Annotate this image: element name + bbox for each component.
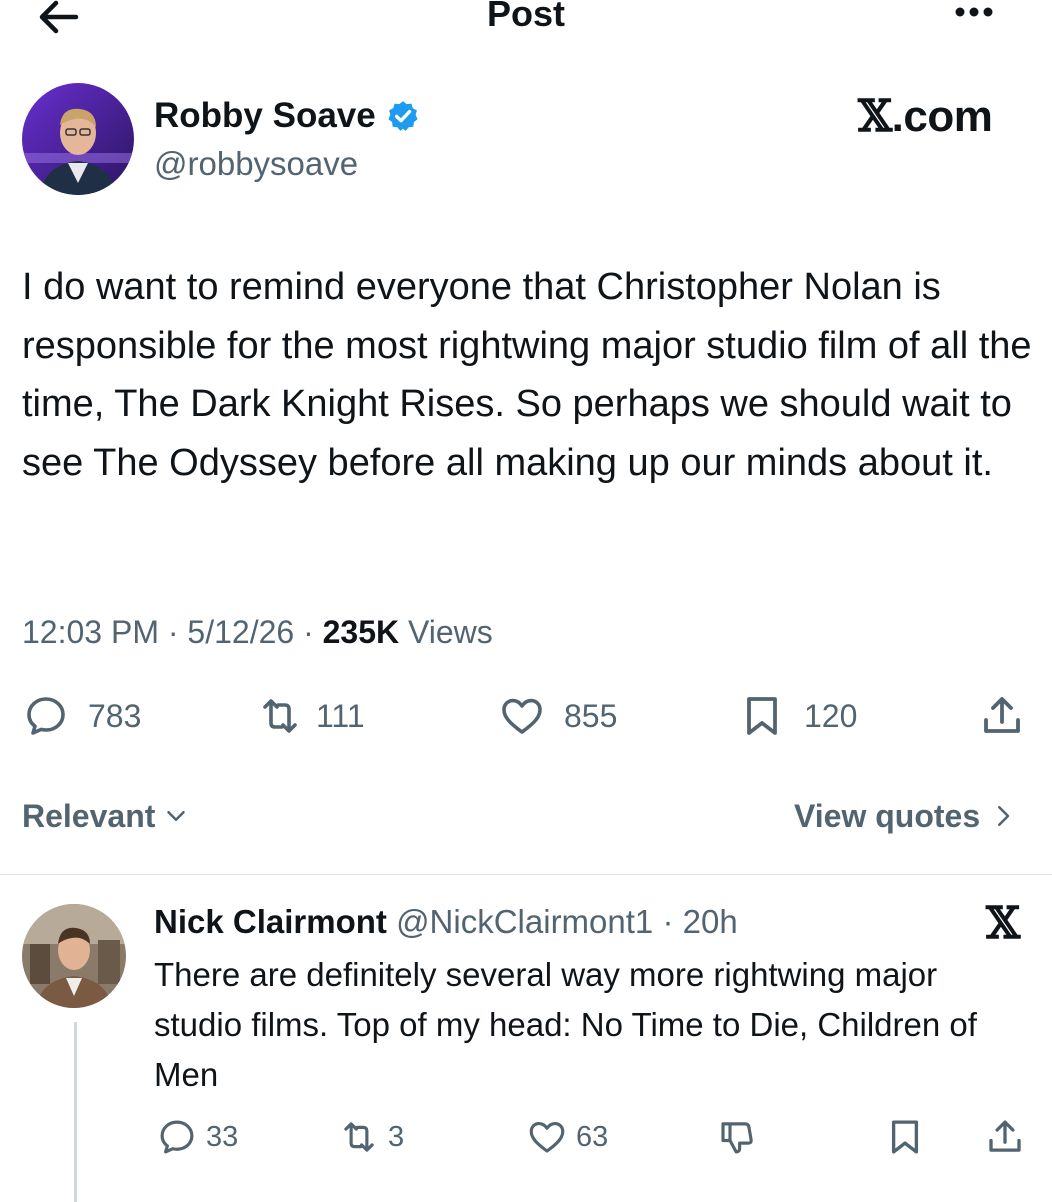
reply-like-count: 63: [576, 1120, 609, 1153]
chevron-right-icon: [998, 806, 1010, 826]
meta-separator: ·: [303, 614, 323, 650]
reply-downvote-button[interactable]: [716, 1116, 758, 1158]
post-text: I do want to remind everyone that Christ…: [22, 266, 1032, 484]
avatar-image: [22, 904, 126, 1008]
reply-avatar[interactable]: [22, 904, 126, 1008]
reply-like-button[interactable]: 63: [526, 1116, 608, 1158]
share-icon: [989, 1120, 1021, 1152]
verified-badge-icon: [388, 101, 418, 131]
author-name[interactable]: Robby Soave: [154, 94, 376, 138]
reply-icon: [27, 697, 65, 735]
reply-repost-button[interactable]: 3: [338, 1116, 404, 1158]
share-button[interactable]: [978, 692, 1026, 740]
page-title: Post: [486, 0, 565, 34]
view-quotes-link[interactable]: View quotes: [794, 796, 1018, 836]
like-count: 855: [564, 697, 618, 734]
repost-icon: [263, 699, 297, 733]
meta-separator: ·: [167, 614, 188, 650]
views-label: Views: [408, 614, 493, 650]
heart-icon: [502, 698, 542, 734]
more-horizontal-icon: [955, 7, 993, 17]
downvote-icon: [721, 1122, 753, 1154]
repost-icon: [344, 1122, 374, 1152]
reply-text: There are definitely several way more ri…: [154, 956, 977, 1093]
divider: [0, 874, 1052, 875]
thread-line: [74, 1022, 77, 1202]
reply-bookmark-button[interactable]: [884, 1116, 926, 1158]
post-time[interactable]: 12:03 PM: [22, 614, 159, 650]
sort-label: Relevant: [22, 798, 156, 834]
chevron-down-icon: [167, 811, 186, 821]
meta-separator: ·: [653, 903, 683, 940]
bookmark-icon: [891, 1120, 919, 1154]
bookmark-button[interactable]: 120: [738, 692, 857, 740]
reply-reply-count: 33: [206, 1120, 239, 1153]
author-name-row[interactable]: Robby Soave: [154, 94, 420, 138]
reply-share-button[interactable]: [984, 1116, 1026, 1158]
post-meta: 12:03 PM · 5/12/26 · 235K Views: [22, 610, 493, 654]
author-avatar[interactable]: [22, 83, 134, 195]
reply-age[interactable]: 20h: [683, 903, 738, 940]
watermark-text: .com: [891, 92, 993, 141]
repost-count: 111: [316, 697, 365, 734]
reply-repost-count: 3: [388, 1120, 405, 1153]
views-count: 235K: [322, 614, 400, 650]
bookmark-count: 120: [804, 697, 858, 734]
reply-button[interactable]: 783: [22, 692, 141, 740]
bookmark-icon: [747, 697, 777, 735]
reply-count: 783: [88, 697, 142, 734]
view-quotes-label: View quotes: [794, 798, 981, 834]
site-watermark: 𝕏.com: [858, 91, 993, 142]
sort-dropdown[interactable]: Relevant: [22, 796, 191, 836]
reply-icon: [160, 1120, 194, 1154]
reply-author-handle[interactable]: @NickClairmont1: [396, 903, 653, 940]
more-button[interactable]: [944, 0, 1004, 36]
author-handle[interactable]: @robbysoave: [154, 142, 358, 186]
post-date[interactable]: 5/12/26: [187, 614, 294, 650]
x-logo-icon: 𝕏: [986, 898, 1021, 949]
reply-reply-button[interactable]: 33: [156, 1116, 238, 1158]
reply-header: Nick Clairmont @NickClairmont1 · 20h: [154, 900, 738, 944]
heart-icon: [529, 1121, 565, 1153]
like-button[interactable]: 855: [498, 692, 617, 740]
reply-author-name[interactable]: Nick Clairmont: [154, 903, 387, 940]
x-logo-icon: 𝕏: [858, 91, 892, 142]
avatar-image: [22, 83, 134, 195]
share-icon: [984, 697, 1020, 733]
repost-button[interactable]: 111: [256, 692, 365, 740]
